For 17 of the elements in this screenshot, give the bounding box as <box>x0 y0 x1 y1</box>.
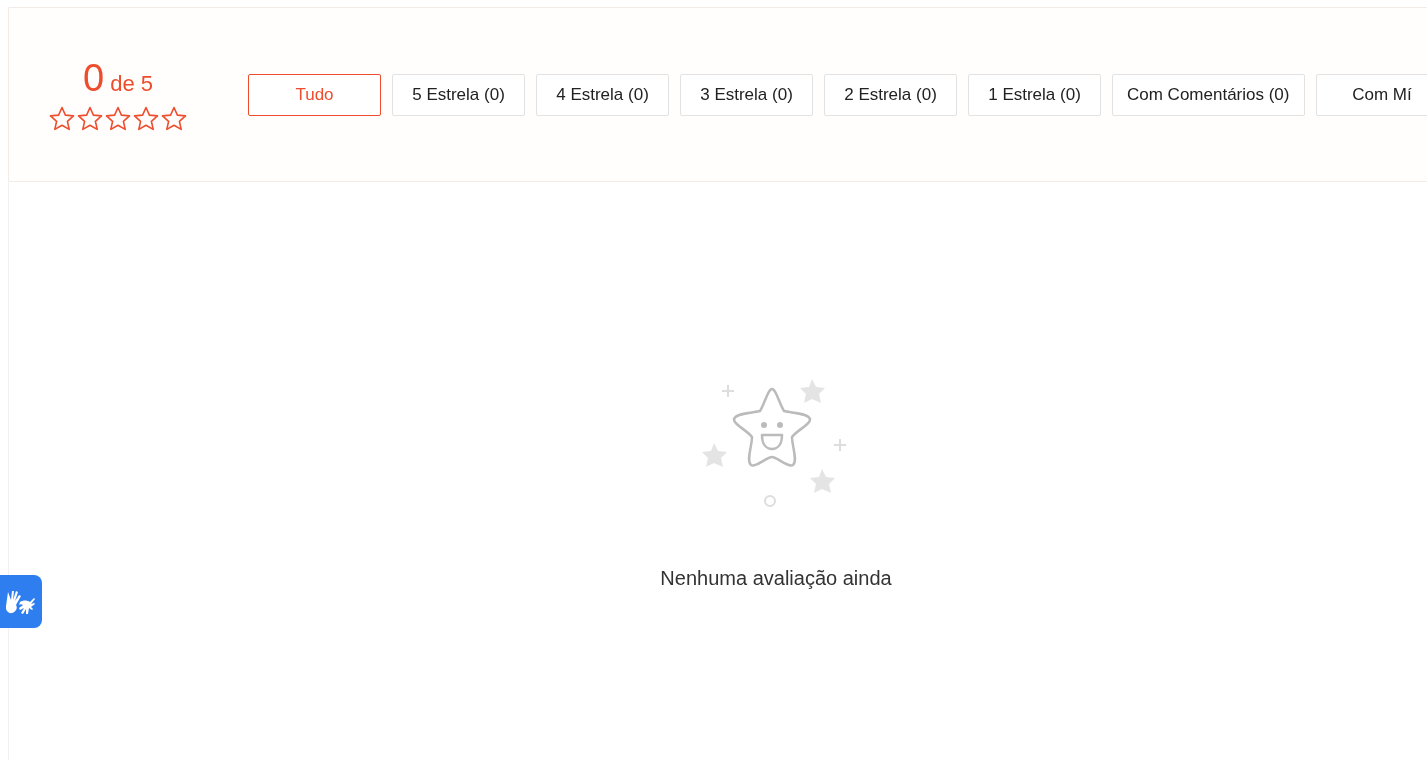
star-icon <box>77 106 103 132</box>
filter-button[interactable]: 1 Estrela (0) <box>968 73 1101 116</box>
empty-state-message: Nenhuma avaliação ainda <box>660 567 892 590</box>
filter-button[interactable]: 2 Estrela (0) <box>824 73 957 116</box>
star-icon <box>161 106 187 132</box>
filter-button[interactable]: Tudo <box>248 73 381 116</box>
filter-button[interactable]: 5 Estrela (0) <box>392 73 525 116</box>
star-icon <box>105 106 131 132</box>
rating-scale: de 5 <box>110 71 153 97</box>
filter-button[interactable]: 4 Estrela (0) <box>536 73 669 116</box>
accessibility-button[interactable] <box>0 575 42 628</box>
star-icon <box>49 106 75 132</box>
filter-button[interactable]: 3 Estrela (0) <box>680 73 813 116</box>
rating-score: 0 <box>83 57 105 100</box>
filter-button[interactable]: Com Comentários (0) <box>1112 73 1305 116</box>
star-icon <box>133 106 159 132</box>
filter-button[interactable]: Com Mí <box>1315 73 1427 116</box>
